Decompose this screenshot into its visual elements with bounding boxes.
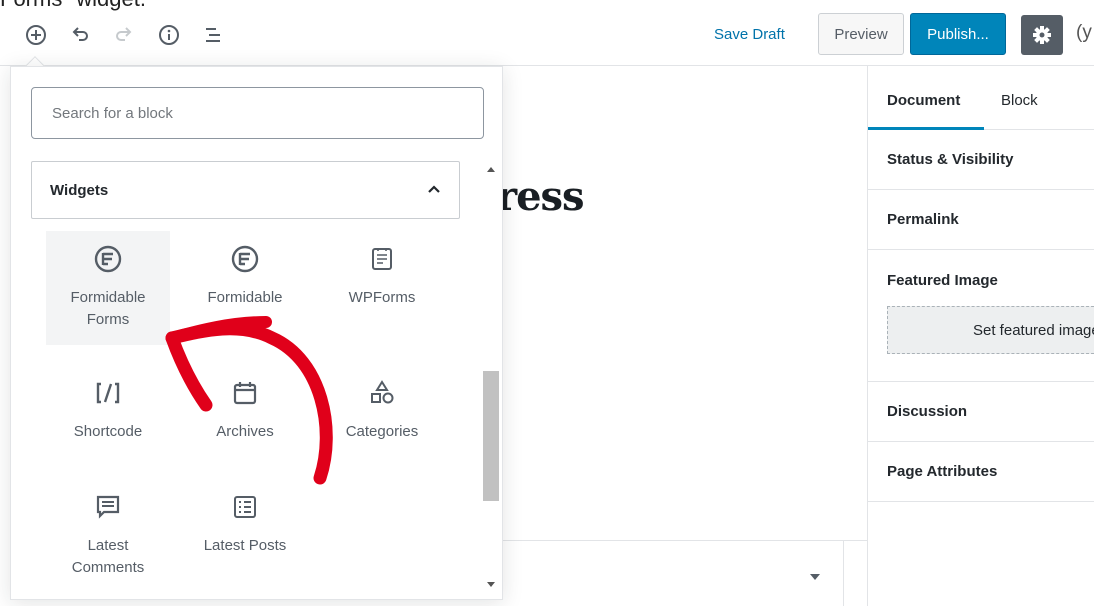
calendar-icon [231,379,259,407]
panel-label: Discussion [887,403,968,420]
block-categories[interactable]: Categories [320,365,444,479]
save-draft-button[interactable]: Save Draft [714,26,785,43]
undo-icon[interactable] [67,22,93,48]
inserter-scrollbar[interactable] [481,161,501,595]
formidable-icon [231,245,259,273]
post-title[interactable]: ress [496,173,585,220]
wpforms-icon [368,245,396,273]
block-formidable-forms[interactable]: Formidable Forms [46,231,170,345]
shapes-icon [368,379,396,407]
block-label: Shortcode [73,423,143,440]
tab-document[interactable]: Document [887,92,960,109]
active-tab-indicator [868,127,984,130]
chevron-down-icon[interactable] [810,574,820,580]
tab-block[interactable]: Block [1001,92,1038,109]
block-label: WPForms [348,289,416,306]
comment-icon [94,493,122,521]
panel-page-attributes[interactable]: Page Attributes [868,442,1094,502]
block-inserter-popover: Widgets Formidable Forms Formidable WPFo… [10,66,503,600]
block-wpforms[interactable]: WPForms [320,231,444,345]
set-featured-image-button[interactable]: Set featured image [887,306,1094,354]
shortcode-icon [94,379,122,407]
formidable-icon [94,245,122,273]
settings-button[interactable] [1021,15,1063,55]
panel-label: Status & Visibility [887,151,1014,168]
panel-status-visibility[interactable]: Status & Visibility [868,130,1094,190]
widgets-panel-toggle[interactable]: Widgets [31,161,460,219]
publish-button[interactable]: Publish... [910,13,1006,55]
editor-divider-vertical [843,540,844,606]
block-label: Latest Comments [71,537,145,576]
panel-label: Permalink [887,211,959,228]
block-label: Categories [345,423,419,440]
scroll-down-icon[interactable] [487,582,495,587]
scrollbar-thumb[interactable] [483,371,499,501]
yoast-icon[interactable]: (y [1076,22,1092,44]
chevron-up-icon [428,185,440,193]
gear-icon [1033,26,1051,44]
panel-title: Widgets [50,181,109,199]
block-label: Formidable Forms [70,289,146,328]
panel-featured-image[interactable]: Featured Image Set featured image [868,250,1094,382]
panel-label: Page Attributes [887,463,998,480]
editor-divider [503,540,867,541]
block-label: Latest Posts [203,537,287,554]
sidebar-tabs: Document Block [868,66,1094,130]
block-search-input[interactable] [31,87,484,139]
panel-label: Featured Image [887,272,998,289]
preview-button[interactable]: Preview [818,13,904,55]
outline-icon[interactable] [200,22,226,48]
list-icon [231,493,259,521]
settings-sidebar: Document Block Status & Visibility Perma… [867,66,1094,606]
panel-discussion[interactable]: Discussion [868,382,1094,442]
panel-permalink[interactable]: Permalink [868,190,1094,250]
block-label: Archives [216,423,274,440]
scroll-up-icon[interactable] [487,167,495,172]
editor-toolbar: Save Draft Preview Publish... (y [0,10,1094,66]
block-archives[interactable]: Archives [183,365,307,479]
block-latest-posts[interactable]: Latest Posts [183,479,307,593]
block-formidable[interactable]: Formidable [183,231,307,345]
add-block-icon[interactable] [23,22,49,48]
block-label: Formidable [207,289,283,306]
redo-icon[interactable] [111,22,137,48]
block-latest-comments[interactable]: Latest Comments [46,479,170,593]
info-icon[interactable] [156,22,182,48]
block-shortcode[interactable]: Shortcode [46,365,170,479]
